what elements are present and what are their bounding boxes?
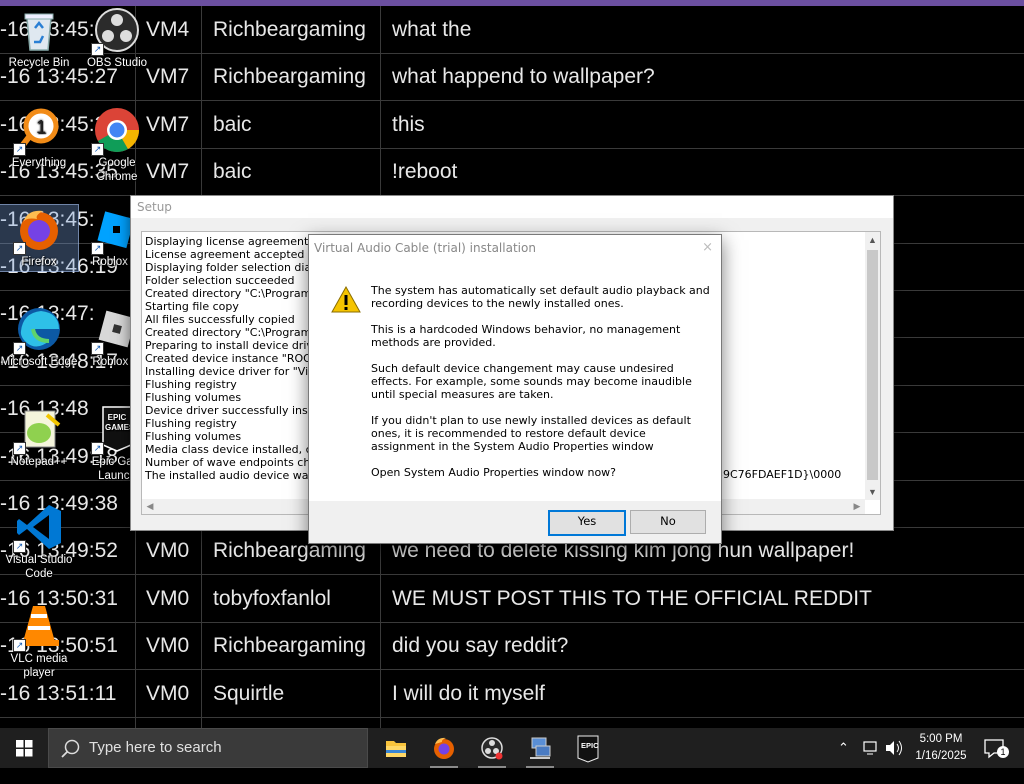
windows-logo-icon: [16, 740, 33, 757]
obs-studio-icon: [481, 737, 503, 760]
tray-overflow-chevron-icon[interactable]: ⌃: [838, 728, 849, 768]
shortcut-arrow-icon: ↗: [91, 43, 104, 56]
chat-username: Richbeargaming: [213, 18, 366, 41]
chat-username: tobyfoxfanlol: [213, 586, 331, 610]
shortcut-arrow-icon: ↗: [13, 143, 26, 156]
taskbar-network-app[interactable]: [516, 728, 564, 768]
vlc-icon: ↗: [13, 602, 63, 652]
start-button[interactable]: [0, 728, 48, 768]
shortcut-arrow-icon: ↗: [91, 442, 104, 455]
dialog-paragraph: This is a hardcoded Windows behavior, no…: [371, 323, 681, 349]
chat-message: did you say reddit?: [392, 634, 569, 658]
vac-installation-dialog: Virtual Audio Cable (trial) installation…: [308, 234, 722, 544]
firefox-icon: ↗: [13, 205, 63, 255]
edge-icon: ↗: [13, 305, 63, 355]
notification-count: 1: [997, 746, 1009, 758]
recycle-bin-icon: [15, 6, 63, 54]
desktop-icon-microsoft-edge[interactable]: ↗ Microsoft Edge: [0, 305, 78, 369]
chat-vm: VM0: [146, 586, 190, 610]
firefox-icon: [434, 737, 454, 759]
chat-message: !reboot: [392, 160, 458, 184]
setup-log-vertical-scrollbar[interactable]: ▲ ▼: [865, 232, 880, 500]
file-explorer-icon: [386, 741, 406, 757]
no-button[interactable]: No: [630, 510, 706, 534]
desktop-icon-vscode[interactable]: ↗ Visual Studio Code: [0, 503, 78, 581]
dialog-body: The system has automatically set default…: [309, 261, 721, 501]
taskbar-obs-studio[interactable]: [468, 728, 516, 768]
svg-text:1: 1: [36, 117, 46, 137]
notification-center-button[interactable]: 1: [982, 736, 1009, 760]
shortcut-arrow-icon: ↗: [13, 342, 26, 355]
setup-log-tail: 39C76FDAEF1D}\0000: [716, 468, 842, 481]
desktop-icon-recycle-bin[interactable]: Recycle Bin: [0, 6, 78, 70]
volume-icon[interactable]: [884, 728, 904, 768]
yes-button[interactable]: Yes: [548, 510, 626, 536]
network-icon[interactable]: [862, 728, 880, 768]
shortcut-arrow-icon: ↗: [91, 242, 104, 255]
clock-time: 5:00 PM: [919, 733, 963, 745]
desktop-icon-obs-studio[interactable]: ↗ OBS Studio: [78, 6, 156, 70]
taskbar-search-box[interactable]: Type here to search: [48, 728, 368, 768]
desktop-icon-notepad-plus-plus[interactable]: ↗ Notepad++: [0, 405, 78, 469]
scroll-right-icon[interactable]: ▶: [849, 499, 865, 514]
taskbar-file-explorer[interactable]: [372, 728, 420, 768]
shortcut-arrow-icon: ↗: [13, 540, 26, 553]
search-placeholder: Type here to search: [89, 739, 222, 756]
dialog-paragraph: If you didn't plan to use newly installe…: [371, 414, 691, 453]
dialog-title: Virtual Audio Cable (trial) installation…: [309, 235, 721, 261]
desktop-icon-everything[interactable]: 1 ↗ Everything: [0, 106, 78, 170]
shortcut-arrow-icon: ↗: [91, 143, 104, 156]
search-icon: [61, 739, 80, 758]
chat-message: what happend to wallpaper?: [392, 65, 655, 89]
desktop-icon-vlc[interactable]: ↗ VLC media player: [0, 602, 78, 680]
chat-vm: VM0: [146, 539, 190, 563]
everything-search-icon: 1 ↗: [13, 106, 63, 156]
shortcut-arrow-icon: ↗: [13, 242, 26, 255]
taskbar: Type here to search EPIC ⌃ 5:00 PM 1/16/…: [0, 728, 1024, 768]
chat-row: -16 13:51:11 VM0 Squirtle I will do it myse…: [0, 670, 1024, 718]
taskbar-firefox[interactable]: [420, 728, 468, 768]
dialog-question: Open System Audio Properties window now?: [371, 466, 617, 479]
taskbar-epic-games[interactable]: EPIC: [564, 728, 612, 768]
scroll-left-icon[interactable]: ◀: [142, 499, 158, 514]
close-icon[interactable]: ×: [702, 235, 713, 261]
chat-username: Richbeargaming: [213, 634, 366, 658]
shortcut-arrow-icon: ↗: [13, 442, 26, 455]
vscode-icon: ↗: [13, 503, 63, 553]
chat-username: baic: [213, 112, 252, 136]
chat-username: baic: [213, 160, 252, 184]
chat-username: Richbeargaming: [213, 65, 366, 89]
dialog-message: The system has automatically set default…: [371, 284, 711, 492]
scroll-up-icon[interactable]: ▲: [865, 232, 880, 248]
dialog-paragraph: The system has automatically set default…: [371, 284, 710, 310]
chat-row: -16 13:50:31 VM0 tobyfoxfanlol WE MUST POST…: [0, 575, 1024, 623]
chat-message: this: [392, 112, 425, 136]
obs-studio-icon: ↗: [91, 6, 141, 56]
chat-vm: VM0: [146, 681, 190, 705]
chat-vm: VM0: [146, 634, 190, 658]
shortcut-arrow-icon: ↗: [13, 639, 26, 652]
chat-message: I will do it myself: [392, 681, 545, 705]
scrollbar-thumb[interactable]: [867, 250, 878, 480]
scroll-down-icon[interactable]: ▼: [865, 484, 880, 500]
desktop-icon-google-chrome[interactable]: ↗ Google Chrome: [78, 106, 156, 184]
warning-icon: [331, 285, 361, 319]
desktop-icon-firefox[interactable]: ↗ Firefox: [0, 204, 79, 272]
chrome-icon: ↗: [91, 106, 141, 156]
network-app-icon: [530, 737, 551, 759]
notepad-plus-plus-icon: ↗: [13, 405, 63, 455]
chat-username: Squirtle: [213, 681, 285, 705]
chat-row: -16 13:50:51VM0Richbeargamingdid you say…: [0, 622, 1024, 671]
shortcut-arrow-icon: ↗: [91, 342, 104, 355]
chat-message: WE MUST POST THIS TO THE OFFICIAL REDDIT: [392, 586, 872, 610]
setup-window-title: Setup: [131, 196, 893, 218]
system-clock[interactable]: 5:00 PM 1/16/2025: [906, 731, 976, 765]
clock-date: 1/16/2025: [915, 750, 967, 762]
dialog-paragraph: Such default device changement may cause…: [371, 362, 692, 401]
chat-message: what the: [392, 18, 472, 41]
